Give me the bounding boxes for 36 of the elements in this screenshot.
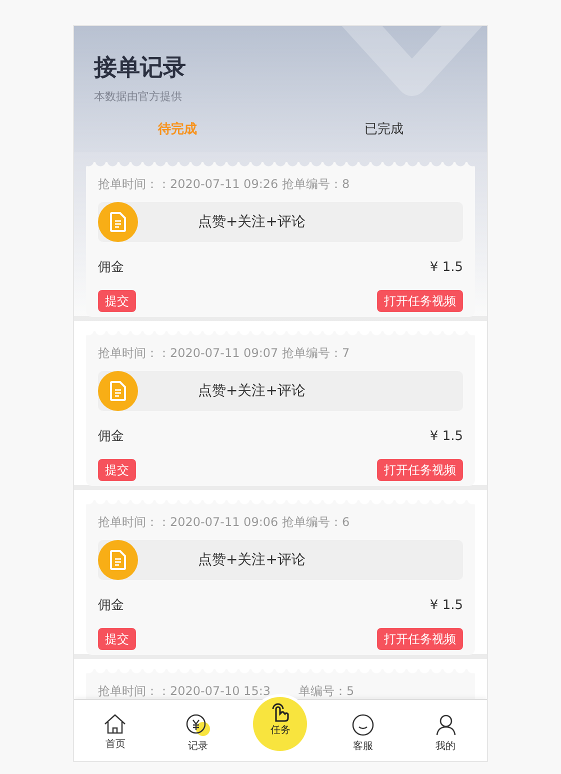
page-subtitle: 本数据由官方提供 [93,89,183,104]
task-button[interactable]: 任务 [253,697,308,751]
page-title: 接单记录 [92,54,187,83]
open-video-button[interactable]: 打开任务视频 [377,459,463,481]
nav-item[interactable]: 我的 [404,700,487,761]
open-video-button[interactable]: 打开任务视频 [377,628,463,650]
commission-amount: ¥ 1.5 [430,598,463,613]
document-icon [109,212,127,232]
task-name: 点赞+关注+评论 [198,551,306,569]
task-name: 点赞+关注+评论 [198,213,306,231]
document-icon [109,550,127,570]
home-icon [104,714,126,734]
commission-amount: ¥ 1.5 [430,260,463,275]
nav-item[interactable]: 首页 [74,700,157,761]
open-video-button[interactable]: 打开任务视频 [377,290,463,312]
submit-button[interactable]: 提交 [98,459,136,481]
order-time: 抢单时间：：2020-07-11 09:06 抢单编号：6 [98,514,350,531]
order-time: 抢单时间：：2020-07-11 09:07 抢单编号：7 [98,345,350,362]
nav-item[interactable]: 客服 [322,700,404,761]
yen-coin-icon [184,714,211,736]
chat-icon [352,714,374,736]
hand-icon [270,701,290,723]
order-time: 抢单时间：：2020-07-11 09:26 抢单编号：8 [98,176,350,193]
order-number: 单编号：5 [298,683,354,699]
commission-label: 佣金 [98,428,124,445]
commission-label: 佣金 [98,597,124,614]
nav-item[interactable]: 记录 [156,700,240,761]
document-icon [109,381,127,401]
task-name: 点赞+关注+评论 [198,382,306,400]
person-icon [436,714,456,736]
submit-button[interactable]: 提交 [98,290,136,312]
commission-label: 佣金 [98,259,124,276]
submit-button[interactable]: 提交 [98,628,136,650]
commission-amount: ¥ 1.5 [430,429,463,444]
order-time: 抢单时间：：2020-07-10 15:3 [98,683,270,699]
tab[interactable]: 已完成 [280,120,487,138]
